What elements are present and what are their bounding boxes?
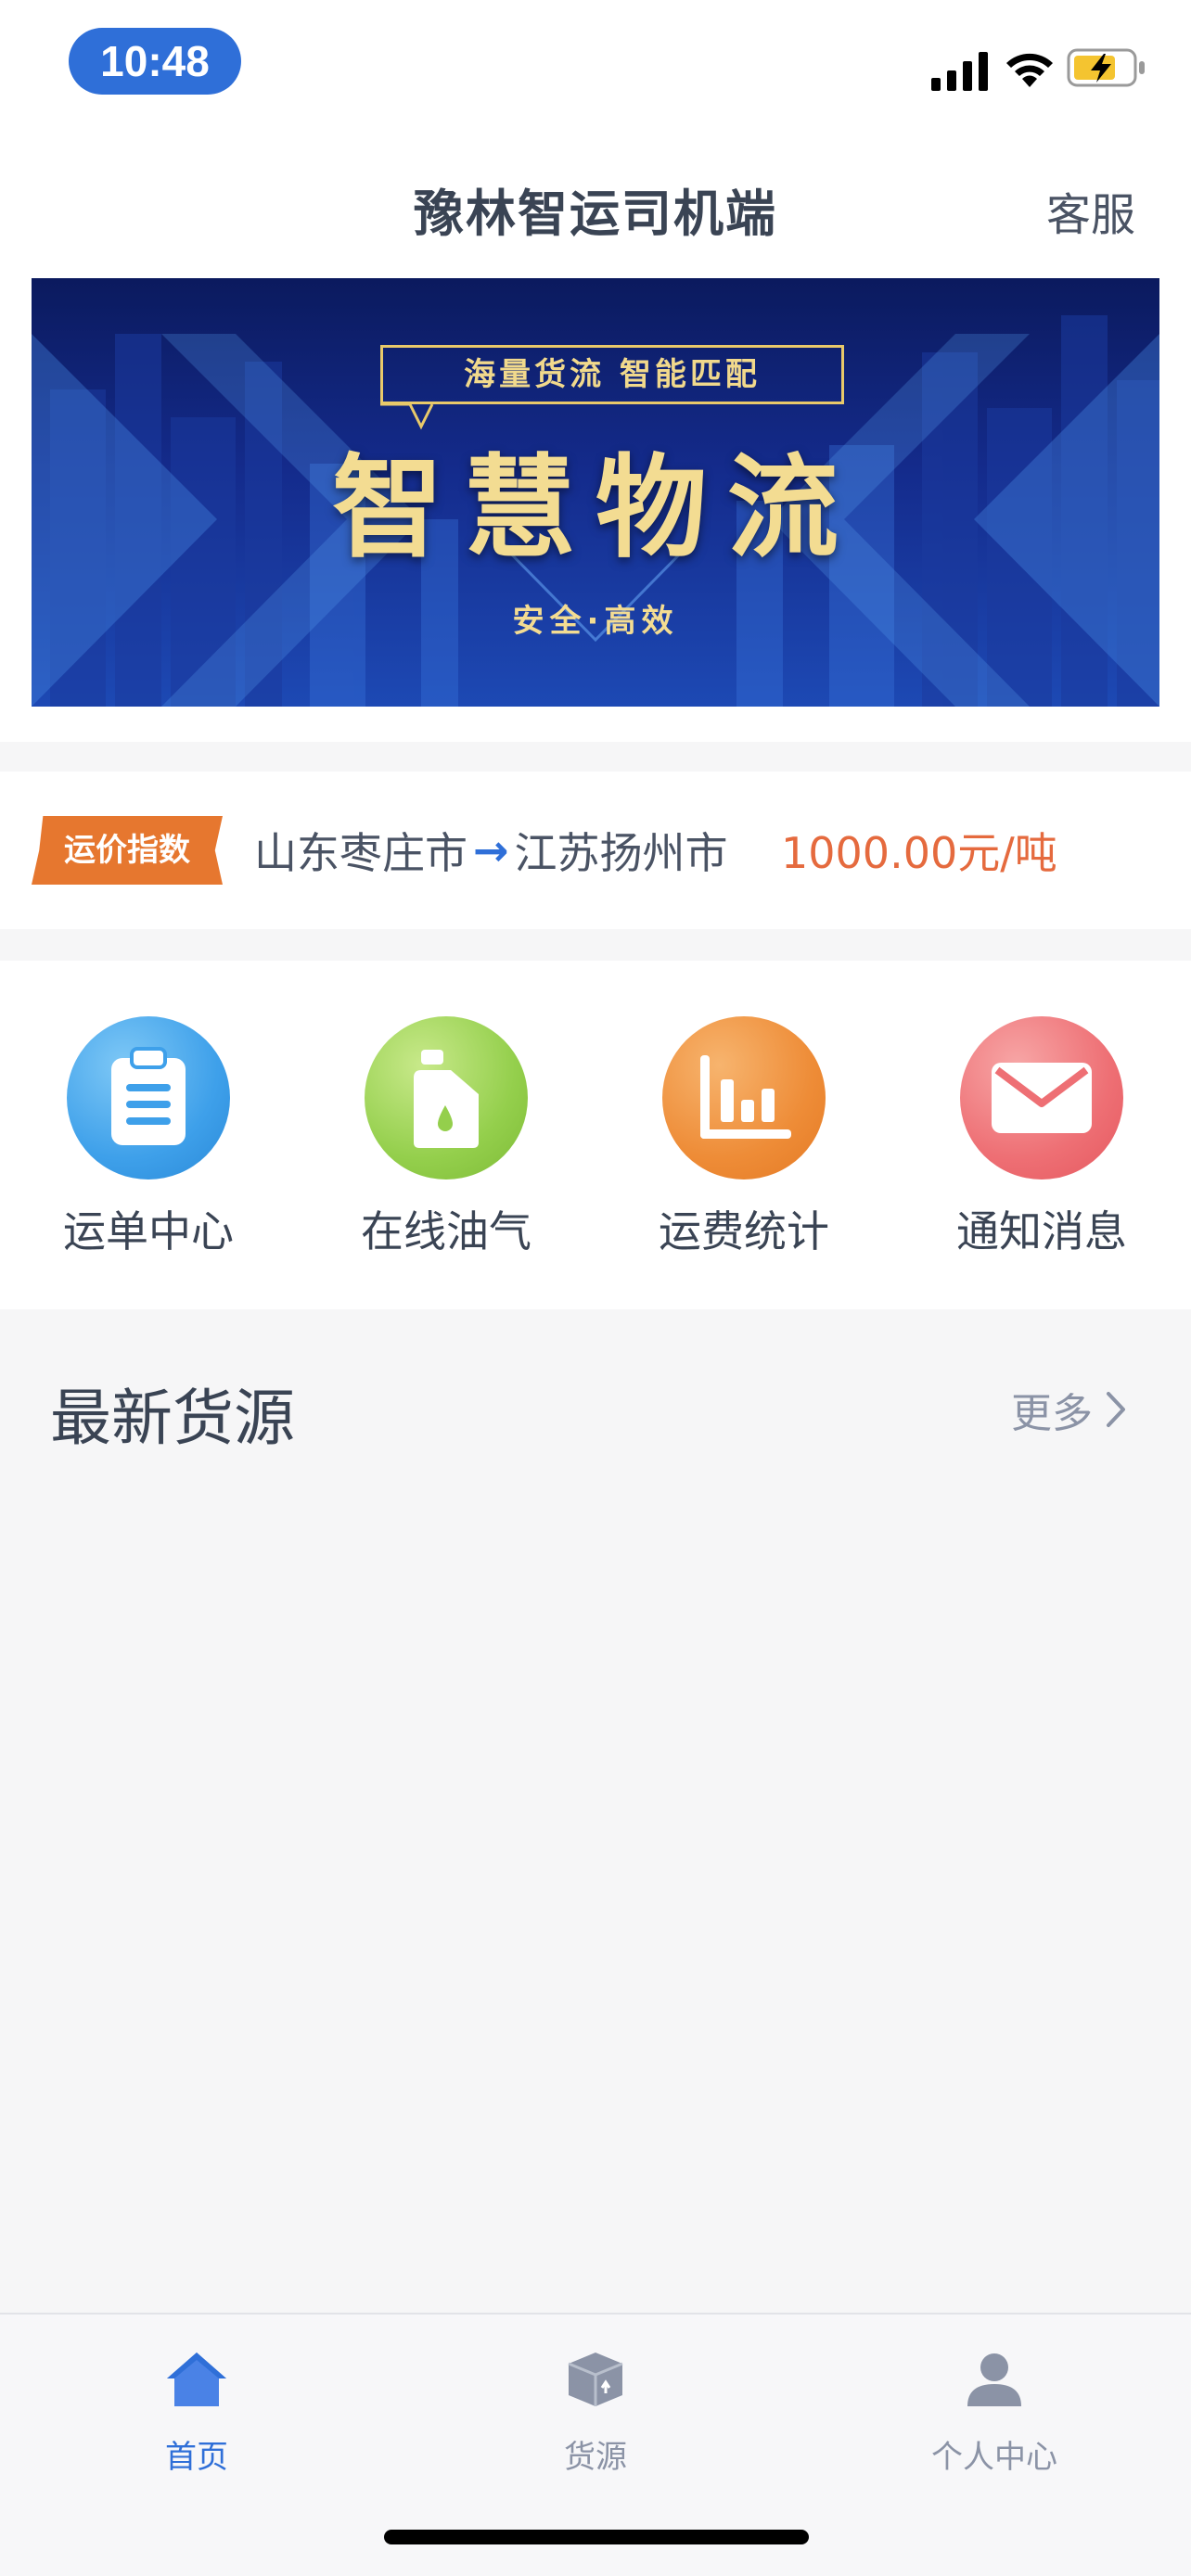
quick-action-label: 运单中心 [63,1206,234,1256]
home-icon [58,2340,336,2418]
freight-index-badge: 运价指数 [32,816,223,885]
wifi-icon [1006,53,1053,87]
battery-charging-icon [1067,48,1145,87]
route-origin: 山东枣庄市 [254,828,467,878]
chevron-right-icon [1107,1392,1125,1427]
more-link[interactable]: 更多 [1011,1380,1126,1439]
page-title: 豫林智运司机端 [414,185,777,243]
signal-icon [931,52,988,91]
cargo-box-icon [456,2340,735,2418]
status-time: 10:48 [69,28,241,95]
quick-action-label: 在线油气 [361,1206,531,1256]
quick-action-waybill-center[interactable]: 运单中心 [37,1016,260,1259]
envelope-icon [960,1016,1123,1180]
tab-home[interactable]: 首页 [58,2340,336,2477]
arrow-right-icon: → [473,825,509,875]
section-title-latest-cargo: 最新货源 [50,1383,295,1454]
nav-header: 豫林智运司机端 客服 [0,139,1191,278]
bar-chart-icon [662,1016,826,1180]
quick-action-online-fuel[interactable]: 在线油气 [335,1016,557,1259]
tab-label: 货源 [564,2439,627,2476]
person-icon [855,2340,1133,2418]
route-destination: 江苏扬州市 [514,828,728,878]
tab-label: 个人中心 [931,2439,1057,2476]
fuel-can-icon [365,1016,528,1180]
freight-index-row[interactable]: 运价指数 山东枣庄市 → 江苏扬州市 1000.00元/吨 [0,772,1191,929]
more-label: 更多 [1011,1390,1093,1437]
clipboard-icon [67,1016,230,1180]
banner-container: 海量货流 智能匹配 智慧物流 安全·高效 [0,278,1191,742]
tab-label: 首页 [165,2439,228,2476]
freight-price: 1000.00元/吨 [781,828,1057,878]
freight-route: 山东枣庄市 → 江苏扬州市 [254,820,728,881]
tab-cargo-source[interactable]: 货源 [456,2340,735,2477]
quick-action-freight-stats[interactable]: 运费统计 [633,1016,855,1259]
quick-action-label: 运费统计 [659,1206,829,1256]
home-indicator [384,2530,809,2544]
banner-headline: 智慧物流 [332,442,859,573]
banner-tagline: 海量货流 智能匹配 [380,345,844,404]
tab-profile[interactable]: 个人中心 [855,2340,1133,2477]
promo-banner[interactable]: 海量货流 智能匹配 智慧物流 安全·高效 [32,278,1159,707]
quick-action-notifications[interactable]: 通知消息 [930,1016,1153,1259]
banner-subtitle: 安全·高效 [512,603,679,640]
quick-action-label: 通知消息 [956,1206,1127,1256]
customer-service-button[interactable]: 客服 [1046,178,1135,243]
status-bar: 10:48 [0,0,1191,139]
quick-actions-panel: 运单中心 在线油气 运费统计 通知消息 [0,961,1191,1309]
